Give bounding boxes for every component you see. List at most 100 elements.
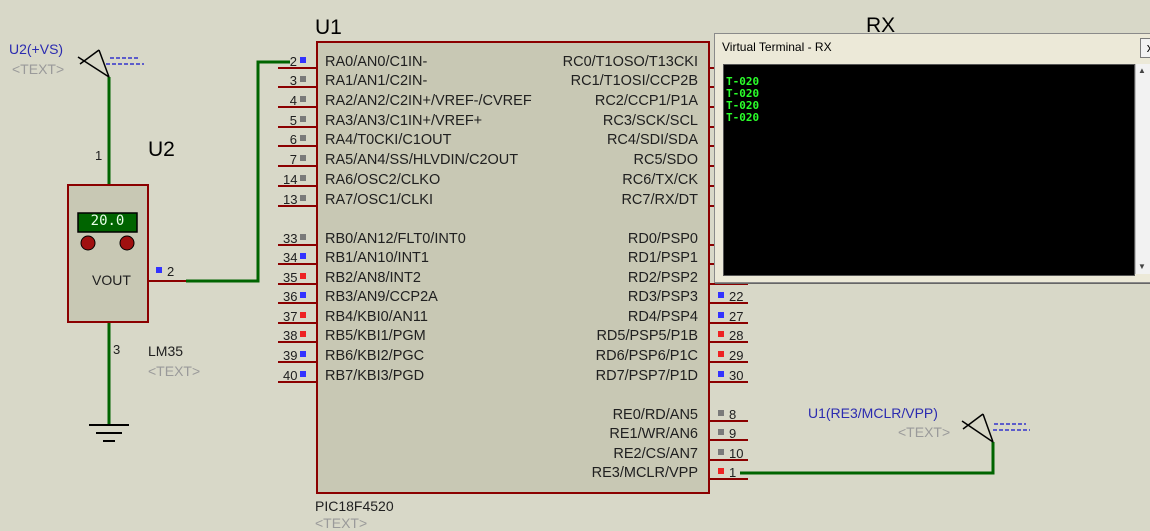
scroll-up-arrow-icon[interactable]: ▲ <box>1138 66 1146 75</box>
pin-name: RB2/AN8/INT2 <box>325 270 421 286</box>
pin-name: RD4/PSP4 <box>627 309 698 325</box>
pin-name: RE3/MCLR/VPP <box>591 465 698 481</box>
pin-number: 27 <box>729 309 744 324</box>
net-left-text-placeholder: <TEXT> <box>12 61 65 77</box>
pin-name: RB6/KBI2/PGC <box>325 348 425 364</box>
pin-number: 14 <box>283 172 298 187</box>
pin-state-indicator <box>300 57 306 63</box>
pin-name: RD5/PSP5/P1B <box>596 328 698 344</box>
wire-mclr[interactable] <box>740 442 995 475</box>
pin-state-indicator <box>718 429 724 435</box>
pin-state-indicator <box>718 331 724 337</box>
pin-name: RB0/AN12/FLT0/INT0 <box>325 231 466 247</box>
scroll-down-arrow-icon[interactable]: ▼ <box>1138 262 1146 271</box>
lm35-pin3-number: 3 <box>113 342 121 357</box>
net-left-name: U2(+VS) <box>9 41 64 57</box>
pin-state-indicator <box>300 331 306 337</box>
lm35-display-value: 20.0 <box>90 213 125 229</box>
terminal-scrollbar[interactable]: ▲ ▼ <box>1135 64 1150 274</box>
terminal-title: Virtual Terminal - RX <box>722 40 832 54</box>
pin-name: RB5/KBI1/PGM <box>325 328 426 344</box>
pin-name: RA0/AN0/C1IN- <box>325 54 428 70</box>
pin-name: RB4/KBI0/AN11 <box>325 309 428 325</box>
pin-name: RE0/RD/AN5 <box>612 407 698 423</box>
virtual-terminal-window[interactable]: Virtual Terminal - RX x T-020 T-020 T-02… <box>714 33 1150 283</box>
pin-name: RC4/SDI/SDA <box>606 132 698 148</box>
pin-state-indicator <box>718 468 724 474</box>
pin-state-indicator <box>300 273 306 279</box>
pin-state-indicator <box>718 292 724 298</box>
pin-state-indicator <box>718 371 724 377</box>
lm35-pin2-number: 2 <box>167 264 175 279</box>
lm35-component[interactable] <box>67 184 186 323</box>
pin-number: 37 <box>283 309 298 324</box>
lm35-increase-button[interactable] <box>119 235 135 251</box>
pin-state-indicator <box>300 195 306 201</box>
pin-state-indicator <box>718 449 724 455</box>
u2-part-name: LM35 <box>148 343 184 359</box>
pin-number: 38 <box>283 328 298 343</box>
pin-name: RC2/CCP1/P1A <box>594 93 698 109</box>
pin-name: RB3/AN9/CCP2A <box>325 289 438 305</box>
pin-number: 13 <box>283 192 298 207</box>
pin-name: RC6/TX/CK <box>622 172 698 188</box>
pin-state-indicator <box>300 234 306 240</box>
pin-number: 1 <box>729 465 737 480</box>
pin-name: RC5/SDO <box>633 152 698 168</box>
pin-name: RE2/CS/AN7 <box>613 446 698 462</box>
pin-name: RA7/OSC1/CLKI <box>325 192 433 208</box>
pin-number: 6 <box>289 132 297 147</box>
pin-number: 35 <box>283 270 298 285</box>
pin-number: 5 <box>289 113 297 128</box>
net-terminal-right[interactable] <box>961 413 1030 443</box>
u1-designator: U1 <box>315 16 342 39</box>
pin-name: RC7/RX/DT <box>621 192 698 208</box>
pin-number: 29 <box>729 348 744 363</box>
pin-name: RD0/PSP0 <box>627 231 698 247</box>
pin-number: 22 <box>729 289 744 304</box>
pin-number: 2 <box>289 54 297 69</box>
pin-state-indicator <box>300 253 306 259</box>
pin-number: 30 <box>729 368 744 383</box>
pin-number: 8 <box>729 407 737 422</box>
pin-state-indicator <box>300 155 306 161</box>
u2-text-placeholder: <TEXT> <box>148 363 201 379</box>
pin-name: RC1/T1OSI/CCP2B <box>570 73 698 89</box>
pin-number: 40 <box>283 368 298 383</box>
pin-number: 9 <box>729 426 737 441</box>
net-right-text-placeholder: <TEXT> <box>898 424 951 440</box>
pin-state-indicator <box>300 371 306 377</box>
pin-state-indicator <box>300 96 306 102</box>
pin-name: RB1/AN10/INT1 <box>325 250 429 266</box>
lm35-vout-label: VOUT <box>92 272 131 288</box>
pin-state-indicator <box>300 292 306 298</box>
wire-vout-to-ra0[interactable] <box>186 60 290 283</box>
terminal-line: T-020 <box>726 111 760 124</box>
pin-number: 28 <box>729 328 744 343</box>
u1-part-name: PIC18F4520 <box>315 498 394 514</box>
pin-number: 10 <box>729 446 744 461</box>
pin-name: RC0/T1OSO/T13CKI <box>562 54 698 70</box>
terminal-title-bar[interactable]: Virtual Terminal - RX x <box>715 34 1150 60</box>
pin-name: RA6/OSC2/CLKO <box>325 172 441 188</box>
pin-number: 34 <box>283 250 298 265</box>
pin-state-indicator <box>300 135 306 141</box>
lm35-pin1-number: 1 <box>95 148 103 163</box>
close-button[interactable]: x <box>1140 38 1150 58</box>
pin-name: RD6/PSP6/P1C <box>595 348 698 364</box>
lm35-body <box>67 184 149 323</box>
pin-name: RB7/KBI3/PGD <box>325 368 425 384</box>
lm35-decrease-button[interactable] <box>80 235 96 251</box>
pin-state-indicator <box>300 116 306 122</box>
pin-state-indicator <box>718 351 724 357</box>
lm35-pin2-indicator <box>156 267 162 273</box>
pin-state-indicator <box>718 410 724 416</box>
pin-state-indicator <box>718 312 724 318</box>
pin-number: 4 <box>289 93 297 108</box>
pin-state-indicator <box>300 76 306 82</box>
terminal-screen[interactable]: T-020 T-020 T-020 T-020 <box>723 64 1135 276</box>
pin-name: RD3/PSP3 <box>627 289 698 305</box>
pin-state-indicator <box>300 312 306 318</box>
net-terminal-left[interactable] <box>77 49 144 78</box>
pin-name: RA1/AN1/C2IN- <box>325 73 428 89</box>
